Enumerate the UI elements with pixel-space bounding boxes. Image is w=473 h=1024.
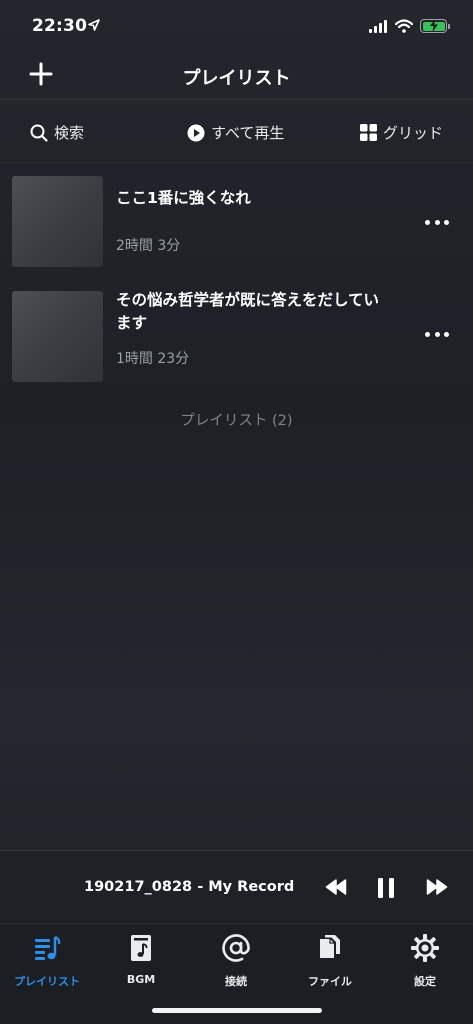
playlist-duration: 1時間 23分	[116, 351, 190, 367]
grid-view-button[interactable]: グリッド	[359, 122, 443, 143]
tab-connection[interactable]: 接続	[189, 933, 283, 989]
playlist-count: プレイリスト (2)	[180, 413, 293, 429]
gear-icon	[411, 934, 439, 962]
search-button[interactable]: 検索	[30, 122, 84, 143]
play-all-label: すべて再生	[211, 124, 285, 142]
status-indicators	[369, 18, 450, 34]
playlist-list: ここ1番に強くなれ 2時間 3分 その悩み哲学者が既に答えをだしています 1時間…	[0, 164, 473, 429]
pause-button[interactable]	[377, 877, 395, 903]
app-screen: 22:30 プレイリスト 検索 すべて再生 グリッド ここ1番に強くなれ 2時間…	[0, 0, 473, 1024]
play-all-button[interactable]: すべて再生	[187, 122, 284, 143]
home-indicator[interactable]	[152, 1008, 322, 1013]
ellipsis-dot	[444, 219, 449, 225]
tab-label: 接続	[225, 975, 247, 988]
ellipsis-dot	[425, 219, 430, 225]
ellipsis-dot	[434, 331, 440, 337]
tab-bgm[interactable]: BGM	[94, 933, 188, 986]
status-bar: 22:30	[0, 0, 473, 52]
status-time: 22:30	[32, 16, 88, 36]
tab-settings[interactable]: 設定	[378, 933, 472, 989]
music-document-icon	[131, 935, 151, 961]
playlist-duration: 2時間 3分	[116, 238, 181, 254]
tab-label: ファイル	[308, 975, 352, 988]
charging-bolt-icon	[430, 19, 438, 32]
tab-label: BGM	[126, 973, 156, 986]
playlist-item[interactable]: その悩み哲学者が既に答えをだしています 1時間 23分	[0, 279, 473, 394]
location-arrow-icon	[88, 19, 100, 31]
playlist-toolbar: 検索 すべて再生 グリッド	[0, 101, 473, 163]
wifi-icon	[395, 19, 413, 33]
cellular-signal-icon	[369, 19, 387, 33]
play-circle-icon	[187, 124, 205, 141]
navigation-bar: プレイリスト	[0, 52, 473, 100]
tab-files[interactable]: ファイル	[283, 933, 377, 989]
ellipsis-dot	[434, 219, 440, 225]
more-options-button[interactable]	[425, 217, 449, 227]
grid-label: グリッド	[382, 124, 443, 142]
page-title: プレイリスト	[182, 68, 291, 89]
grid-icon	[359, 124, 377, 141]
at-sign-icon	[222, 934, 250, 962]
tab-label: プレイリスト	[14, 975, 80, 988]
tab-playlist[interactable]: プレイリスト	[0, 933, 94, 989]
fast-forward-icon	[426, 879, 448, 895]
tab-label: 設定	[414, 975, 436, 988]
files-icon	[320, 935, 340, 958]
battery-icon	[420, 19, 450, 33]
ellipsis-dot	[425, 331, 430, 337]
now-playing-bar[interactable]: 190217_0828 - My Recording	[0, 850, 473, 924]
ellipsis-dot	[444, 331, 449, 337]
playlist-item[interactable]: ここ1番に強くなれ 2時間 3分	[0, 164, 473, 279]
playlist-thumbnail	[12, 176, 103, 267]
rewind-button[interactable]	[325, 877, 347, 901]
search-icon	[30, 124, 48, 142]
now-playing-title: 190217_0828 - My Recording	[84, 879, 294, 895]
rewind-icon	[325, 879, 347, 895]
fast-forward-button[interactable]	[426, 877, 448, 901]
more-options-button[interactable]	[425, 329, 449, 339]
pause-icon	[378, 878, 394, 898]
playlist-thumbnail	[12, 291, 103, 382]
playlist-icon	[35, 935, 61, 960]
search-label: 検索	[54, 124, 85, 142]
playlist-title: その悩み哲学者が既に答えをだしています	[116, 291, 380, 332]
playlist-title: ここ1番に強くなれ	[116, 189, 251, 207]
